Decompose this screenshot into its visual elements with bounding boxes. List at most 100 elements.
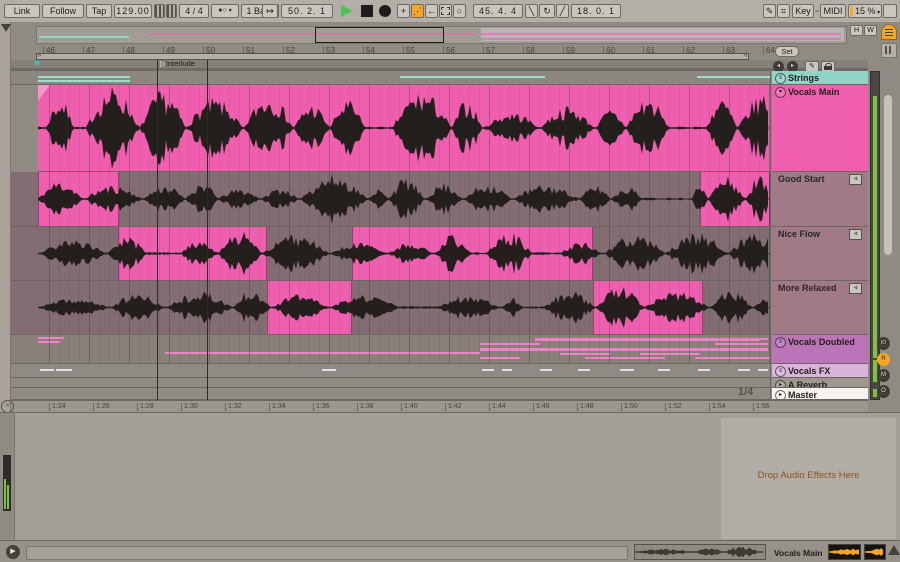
show-io-toggle[interactable]: IO: [877, 337, 890, 350]
follow-button[interactable]: Follow: [42, 4, 84, 18]
take-lane-header[interactable]: Nice Flow ◃: [772, 227, 868, 281]
locator-row[interactable]: ▷Interlude: [11, 60, 868, 71]
doubled-meter-fill: [873, 360, 877, 382]
time-label: 1:56: [753, 403, 770, 411]
computer-midi-keyboard-button[interactable]: ⌗: [777, 4, 790, 18]
chain-meter: [3, 455, 11, 511]
overview-view-rectangle[interactable]: [315, 27, 444, 43]
time-label: 1:26: [93, 403, 110, 411]
take-lane-audition-icon[interactable]: ◃: [849, 174, 862, 185]
device-thumbnail-reverb[interactable]: [828, 544, 861, 560]
follow-playhead-button[interactable]: ↦: [262, 4, 278, 18]
browser-toggle-icon[interactable]: [881, 24, 897, 40]
vocals-meter-fill: [873, 96, 877, 358]
track-header-vocals_main[interactable]: ▾ Vocals Main: [772, 85, 868, 172]
track-header-master[interactable]: ▸ Master: [772, 388, 868, 400]
take-lane-header[interactable]: Good Start ◃: [772, 172, 868, 227]
clip-overview-thumbnail[interactable]: [634, 544, 766, 560]
selection-marker-line: [157, 60, 158, 400]
tap-tempo-button[interactable]: Tap: [86, 4, 112, 18]
transport-bar: Link Follow Tap 129.00 4 / 4 ●○ ▾ 1 Bar …: [0, 0, 900, 23]
track-name: Vocals Main: [788, 87, 840, 97]
device-chain-track-label: Vocals Main: [774, 548, 823, 558]
optimize-width-button[interactable]: W: [864, 25, 877, 36]
arrangement-view: H W 46 47 48 49 50 51 52 53 54 55 56 57 58 59 60 61 62 63…: [0, 22, 900, 419]
device-drop-zone[interactable]: Drop Audio Effects Here: [721, 418, 896, 539]
take-lane-name: Nice Flow: [778, 229, 821, 239]
insert-marker-icon: [33, 61, 41, 66]
reenable-automation-button[interactable]: ←: [425, 4, 438, 18]
arrangement-loop-brace[interactable]: ▹ ◃: [36, 52, 749, 60]
nudge-up-button[interactable]: [166, 4, 177, 18]
track-header-vocals_doubled[interactable]: ≡ Vocals Doubled: [772, 335, 868, 364]
take-lane-name: More Relaxed: [778, 283, 837, 293]
fold-track-icon[interactable]: ≡: [775, 366, 786, 377]
device-thumbnail-eq[interactable]: [864, 544, 886, 560]
loop-start-field[interactable]: 45. 4. 4: [473, 4, 523, 18]
show-mixer-toggle[interactable]: M: [877, 369, 890, 382]
fold-track-icon[interactable]: ▸: [775, 390, 786, 399]
capture-midi-button[interactable]: [439, 4, 452, 18]
time-signature-field[interactable]: 4 / 4: [179, 4, 209, 18]
time-label: 1:42: [445, 403, 462, 411]
cpu-load-meter[interactable]: 15 % ▾: [848, 4, 882, 18]
locator-interlude[interactable]: ▷Interlude: [160, 60, 195, 68]
ableton-live-window: Link Follow Tap 129.00 4 / 4 ●○ ▾ 1 Bar …: [0, 0, 900, 562]
status-hint-field: [26, 546, 628, 560]
record-button[interactable]: [379, 5, 391, 17]
fold-track-icon[interactable]: ▾: [775, 87, 786, 98]
midi-overdub-button[interactable]: +: [397, 4, 410, 18]
draw-mode-button[interactable]: ✎: [763, 4, 776, 18]
stop-button[interactable]: [361, 5, 373, 17]
time-label: 1:28: [137, 403, 154, 411]
overview-clip-vocals2: [481, 33, 841, 35]
status-bar: ▶ Vocals Main: [0, 540, 900, 562]
fold-all-triangle-icon[interactable]: [1, 24, 11, 32]
show-returns-toggle[interactable]: R: [877, 353, 890, 366]
time-label: 1:50: [621, 403, 638, 411]
take-lane-name: Good Start: [778, 174, 825, 184]
overview-clip-doubled: [481, 38, 841, 40]
arrangement-position-field[interactable]: 50. 2. 1: [281, 4, 333, 18]
arrangement-overview[interactable]: [36, 26, 847, 44]
time-label: 1:38: [357, 403, 374, 411]
grid-value-label: 1/4: [738, 386, 754, 398]
track-header-a_reverb[interactable]: ▸ A Reverb: [772, 378, 868, 388]
device-left-rail: [0, 413, 15, 541]
automation-arm-button[interactable]: ⋰: [411, 4, 424, 18]
loop-button[interactable]: ↻: [539, 4, 555, 18]
punch-in-button[interactable]: ╲: [525, 4, 538, 18]
midi-map-button[interactable]: MIDI: [820, 4, 846, 18]
key-map-button[interactable]: Key: [792, 4, 814, 18]
show-delays-toggle[interactable]: O: [877, 385, 890, 398]
device-area: Hybrid Reverb Reverb ▪ EQ ⟳ Send0.0 dBPr…: [0, 412, 900, 541]
tempo-field[interactable]: 129.00: [114, 4, 152, 18]
bar-number: 64: [763, 46, 775, 55]
midi-io-indicator: [883, 4, 897, 18]
meter-column: [870, 71, 880, 419]
track-name: A Reverb: [788, 380, 828, 388]
expand-device-view-icon[interactable]: [888, 545, 900, 555]
fold-track-icon[interactable]: ▸: [775, 380, 786, 387]
arrangement-scrollbar[interactable]: [884, 95, 892, 255]
fold-track-icon[interactable]: ≡: [775, 73, 786, 84]
time-label: 1:30: [181, 403, 198, 411]
metronome-button[interactable]: ●○ ▾: [211, 4, 239, 18]
fold-track-icon[interactable]: ≡: [775, 337, 786, 348]
mixer-toggle-icon[interactable]: [881, 43, 897, 58]
take-lane-audition-icon[interactable]: ◃: [849, 229, 862, 240]
take-lane-header[interactable]: More Relaxed ◃: [772, 281, 868, 335]
session-record-button[interactable]: ○: [453, 4, 466, 18]
track-header-strings[interactable]: ≡ Strings: [772, 71, 868, 85]
track-header-vocals_fx[interactable]: ≡ Vocals FX: [772, 364, 868, 378]
nudge-down-button[interactable]: [154, 4, 165, 18]
punch-out-button[interactable]: ╱: [556, 4, 569, 18]
take-lane-audition-icon[interactable]: ◃: [849, 283, 862, 294]
show-hide-detail-icon[interactable]: ▶: [6, 545, 20, 559]
loop-length-field[interactable]: 18. 0. 1: [571, 4, 621, 18]
play-button[interactable]: [341, 5, 353, 17]
optimize-height-button[interactable]: H: [850, 25, 863, 36]
set-locator-button[interactable]: Set: [775, 46, 799, 57]
link-button[interactable]: Link: [4, 4, 40, 18]
time-label: 1:48: [577, 403, 594, 411]
